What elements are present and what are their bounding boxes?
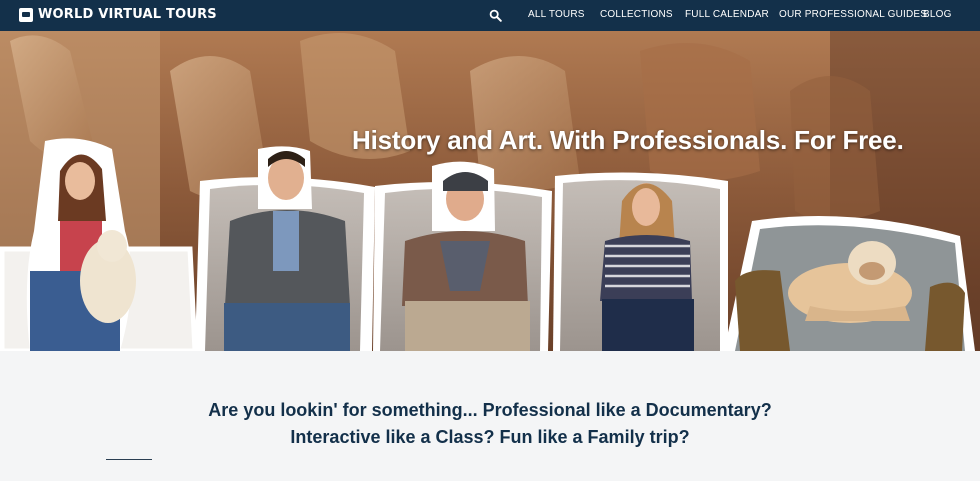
hero-title: History and Art. With Professionals. For… <box>352 125 904 155</box>
logo-text: WORLD VIRTUAL TOURS <box>38 7 217 22</box>
nav-item-full-calendar[interactable]: FULL CALENDAR <box>685 9 769 21</box>
nav-item-collections[interactable]: COLLECTIONS <box>600 9 673 21</box>
search-icon <box>489 9 502 22</box>
logo-icon <box>19 8 33 22</box>
nav-item-professional-guides[interactable]: OUR PROFESSIONAL GUIDES <box>779 9 927 21</box>
intro-line-1: Are you lookin' for something... Profess… <box>208 400 772 420</box>
intro-line-2: Interactive like a Class? Fun like a Fam… <box>290 427 690 447</box>
nav-item-blog[interactable]: BLOG <box>923 9 952 21</box>
hero-image <box>0 31 980 351</box>
section-divider <box>106 459 152 460</box>
top-navigation: WORLD VIRTUAL TOURS ALL TOURS COLLECTION… <box>0 0 980 31</box>
hero-banner: History and Art. With Professionals. For… <box>0 31 980 351</box>
nav-item-all-tours[interactable]: ALL TOURS <box>528 9 585 21</box>
site-logo[interactable]: WORLD VIRTUAL TOURS <box>19 7 217 23</box>
intro-section: Are you lookin' for something... Profess… <box>0 351 980 481</box>
search-button[interactable] <box>489 9 502 22</box>
